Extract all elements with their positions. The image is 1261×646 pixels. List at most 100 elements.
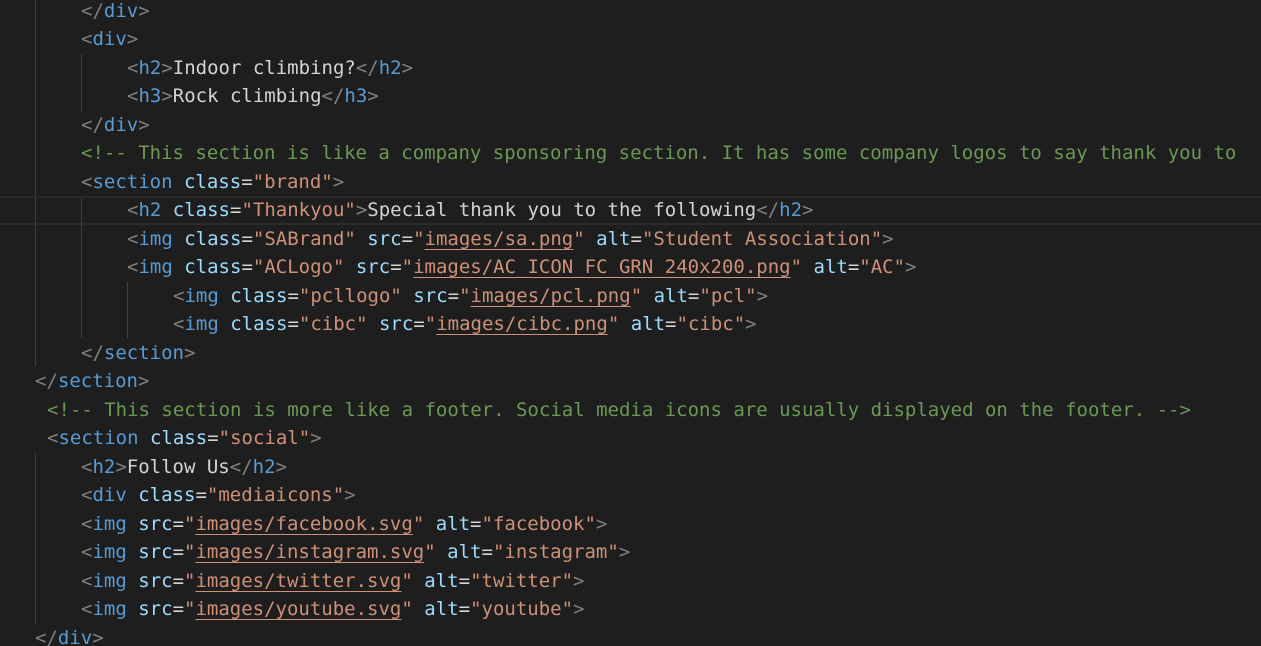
code-token: = [207,427,219,449]
code-token: </ [35,627,58,646]
code-token: > [138,114,150,136]
code-line[interactable]: <h3>Rock climbing</h3> [0,82,1261,111]
code-token: "youtube" [470,598,574,620]
code-token: > [161,57,173,79]
code-token: = [241,256,253,278]
code-token: = [287,313,299,335]
code-line[interactable]: </div> [0,624,1261,646]
file-link[interactable]: images/twitter.svg [195,570,401,592]
code-token: " [573,228,585,250]
code-token: alt [435,513,471,535]
code-token: > [905,256,917,278]
file-link[interactable]: images/youtube.svg [195,598,401,620]
code-token: > [618,541,631,563]
code-token: class [138,484,196,506]
code-token: </ [81,342,104,364]
code-token: " [401,256,414,278]
code-token: h2 [252,456,276,478]
code-token: " [459,285,471,307]
code-token: "pcllogo" [298,285,402,307]
code-line[interactable]: <div> [0,25,1261,54]
code-token: < [127,256,139,278]
code-token: > [367,85,379,107]
code-line[interactable]: </div> [0,0,1261,26]
code-line[interactable]: <img class="SABrand" src="images/sa.png"… [0,225,1261,254]
code-token: alt [653,285,688,307]
code-token: " [184,598,196,620]
code-line[interactable]: <img src="images/twitter.svg" alt="twitt… [0,567,1261,596]
code-line[interactable]: <h2>Follow Us</h2> [0,453,1261,482]
code-token: " [412,513,425,535]
code-token: "instagram" [492,541,619,563]
code-token: img [138,256,173,278]
code-line[interactable]: <img class="cibc" src="images/cibc.png" … [0,310,1261,339]
code-token: img [184,285,219,307]
code-editor[interactable]: </div> <div> <h2>Indoor climbing?</h2> <h3>… [0,0,1261,646]
code-token: = [241,171,253,193]
code-token: < [127,199,139,221]
code-line[interactable]: </div> [0,111,1261,140]
code-token: = [458,570,471,592]
code-token: "AC" [859,256,906,278]
code-token: div [92,28,127,50]
code-token: = [172,541,185,563]
code-line[interactable]: <!-- This section is like a company spon… [0,139,1261,168]
code-token: section [92,171,173,193]
code-token: > [882,228,894,250]
code-line[interactable]: <!-- This section is more like a footer.… [0,396,1261,425]
code-line[interactable]: <div class="mediaicons"> [0,481,1261,510]
file-link[interactable]: images/pcl.png [471,285,631,307]
code-line[interactable]: <section class="social"> [0,424,1261,453]
code-token: h2 [138,199,162,221]
code-token: div [57,627,93,646]
code-token: < [127,57,139,79]
code-token: img [184,313,219,335]
file-link[interactable]: images/sa.png [425,228,574,250]
code-token: alt [630,313,666,335]
code-line[interactable]: <img src="images/instagram.svg" alt="ins… [0,538,1261,567]
code-token: h2 [779,199,803,221]
code-token: div [103,0,139,22]
code-line[interactable]: </section> [0,339,1261,368]
code-token: src [413,285,448,307]
code-token: h2 [138,57,162,79]
code-line[interactable]: <img class="pcllogo" src="images/pcl.png… [0,282,1261,311]
file-link[interactable]: images/AC_ICON_FC_GRN_240x200.png [413,256,791,278]
code-token: " [401,598,413,620]
file-link[interactable]: images/facebook.svg [195,513,412,535]
code-line[interactable]: </section> [0,367,1261,396]
file-link[interactable]: images/instagram.svg [195,541,424,563]
code-token: = [287,285,299,307]
code-token: section [103,342,184,364]
code-token: " [607,313,620,335]
code-token: < [81,456,93,478]
code-line[interactable]: <section class="brand"> [0,168,1261,197]
code-token: div [103,114,139,136]
code-token: "twitter" [470,570,574,592]
code-token: > [802,199,814,221]
code-token: > [355,199,368,221]
file-link[interactable]: images/cibc.png [436,313,608,335]
code-token: "mediaicons" [206,484,345,506]
code-line[interactable]: <img src="images/youtube.svg" alt="youtu… [0,595,1261,624]
code-line[interactable]: <h2>Indoor climbing?</h2> [0,54,1261,83]
code-token: </ [756,199,780,221]
code-token: = [687,285,700,307]
code-token: > [92,627,104,646]
code-line[interactable]: <img class="ACLogo" src="images/AC_ICON_… [0,253,1261,282]
code-line[interactable]: <h2 class="Thankyou">Special thank you t… [0,196,1261,225]
code-token: class [184,228,242,250]
code-token: src [138,570,173,592]
code-token: " [424,313,437,335]
code-token: </ [229,456,253,478]
code-token: > [745,313,757,335]
code-line[interactable]: <img src="images/facebook.svg" alt="face… [0,510,1261,539]
